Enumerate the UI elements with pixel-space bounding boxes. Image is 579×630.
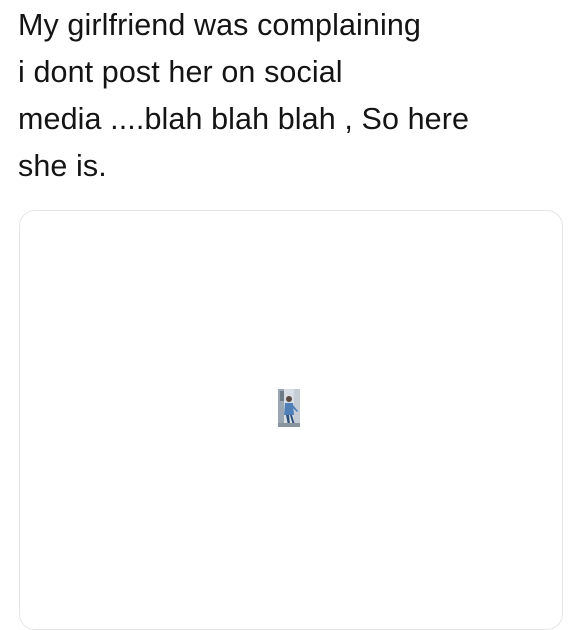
- post-text-line-1: My girlfriend was complaining: [18, 8, 421, 42]
- media-card[interactable]: [19, 210, 563, 630]
- photo-icon: [278, 389, 300, 427]
- post-text-line-3: media ....blah blah blah , So here: [18, 102, 470, 136]
- tiny-photo-thumbnail[interactable]: [278, 389, 300, 427]
- tweet-post: My girlfriend was complaining i dont pos…: [0, 0, 579, 630]
- post-text-line-4: she is.: [18, 149, 107, 183]
- post-text: My girlfriend was complaining i dont pos…: [18, 2, 558, 190]
- post-text-line-2: i dont post her on social: [18, 55, 343, 89]
